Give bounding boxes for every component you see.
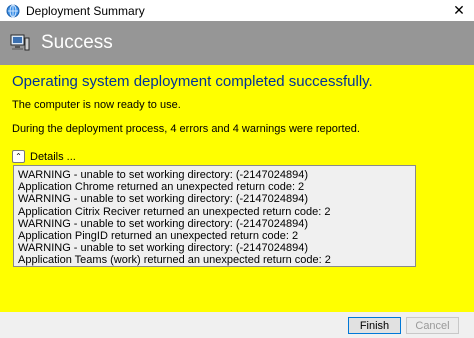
result-headline: Operating system deployment completed su… [12, 73, 373, 90]
summary-content: Operating system deployment completed su… [0, 65, 474, 312]
log-line: WARNING - unable to set working director… [18, 169, 308, 181]
details-log[interactable]: WARNING - unable to set working director… [13, 165, 416, 267]
cancel-button[interactable]: Cancel [406, 317, 459, 334]
ready-message: The computer is now ready to use. [12, 99, 181, 111]
chevron-up-icon: ⌃ [12, 150, 25, 163]
title-bar: Deployment Summary ✕ [0, 0, 474, 21]
log-line: WARNING - unable to set working director… [18, 193, 308, 206]
details-label: Details ... [30, 150, 76, 163]
log-line: WARNING - unable to set working director… [18, 217, 308, 230]
banner-title: Success [41, 32, 113, 53]
computer-icon [9, 32, 31, 54]
log-line: Application Citrix Reciver returned an u… [18, 205, 331, 218]
window-title: Deployment Summary [26, 3, 145, 18]
log-line: WARNING - unable to set working director… [18, 242, 308, 255]
deployment-icon [6, 4, 20, 18]
log-line: Application PingID returned an unexpecte… [18, 230, 299, 243]
log-line: Application Chrome returned an unexpecte… [18, 181, 305, 194]
finish-button[interactable]: Finish [348, 317, 401, 334]
close-button[interactable]: ✕ [444, 0, 474, 21]
details-toggle[interactable]: ⌃ Details ... [12, 150, 76, 163]
button-bar: Finish Cancel [0, 312, 474, 338]
deployment-summary-window: Deployment Summary ✕ Success Operating s… [0, 0, 474, 338]
log-line: Application Teams (work) returned an une… [18, 254, 331, 267]
status-banner: Success [0, 21, 474, 65]
process-message: During the deployment process, 4 errors … [12, 123, 360, 135]
